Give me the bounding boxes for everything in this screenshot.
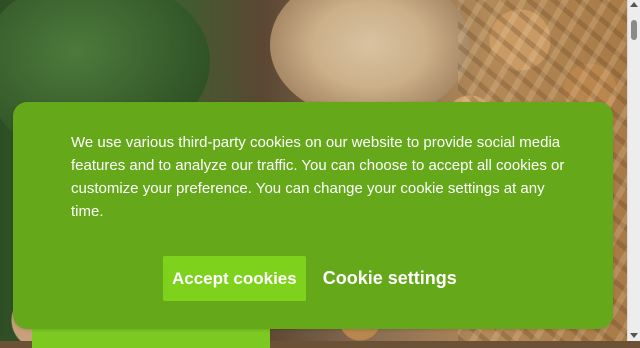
cookie-message: We use various third-party cookies on ou… bbox=[71, 134, 565, 220]
scrollbar[interactable] bbox=[627, 0, 640, 341]
scroll-down-icon[interactable] bbox=[630, 333, 638, 338]
scrollbar-thumb[interactable] bbox=[631, 20, 637, 40]
cookie-consent-banner: We use various third-party cookies on ou… bbox=[13, 102, 613, 329]
cookie-settings-button[interactable]: Cookie settings bbox=[323, 256, 457, 301]
cookie-actions: Accept cookies Cookie settings bbox=[163, 256, 457, 301]
accept-cookies-button[interactable]: Accept cookies bbox=[163, 256, 306, 301]
scroll-up-icon[interactable] bbox=[630, 2, 638, 7]
